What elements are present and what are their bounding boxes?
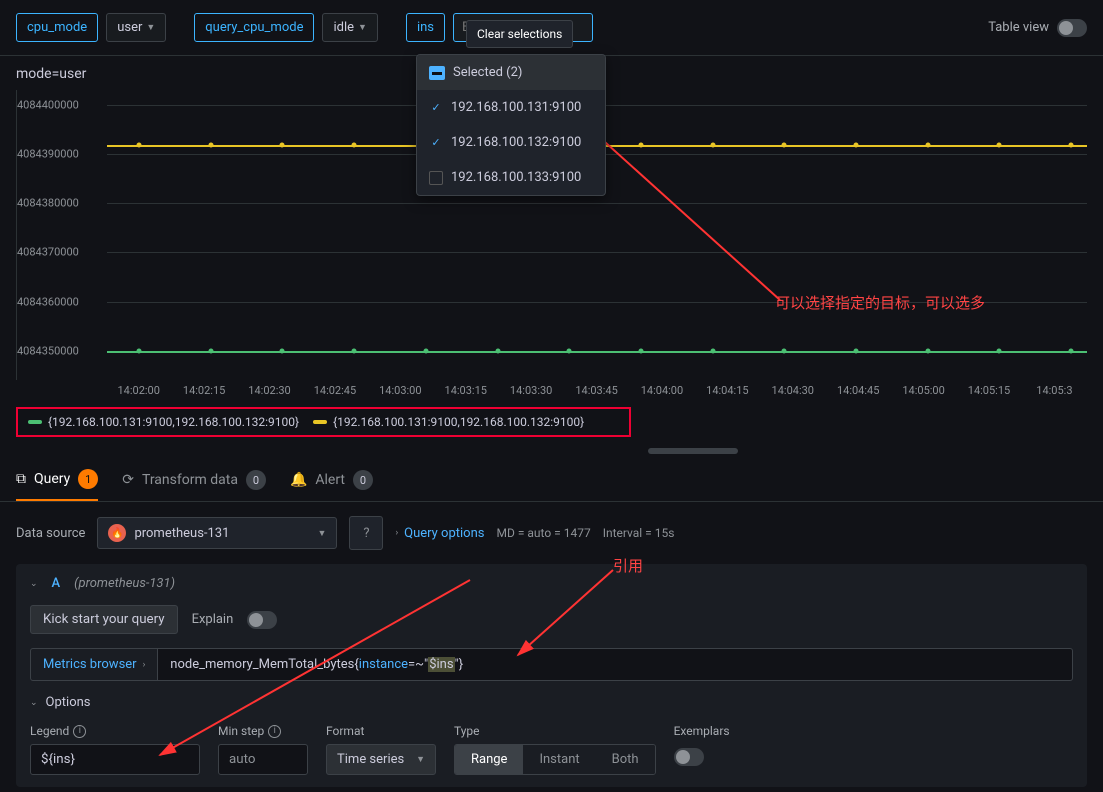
legend-label: Legend <box>30 724 69 738</box>
query-icon: ⧉ <box>16 471 26 487</box>
query-interval: Interval = 15s <box>603 526 675 540</box>
checkbox-empty-icon <box>429 171 443 185</box>
chevron-down-icon: ▼ <box>146 22 155 33</box>
series-green <box>107 351 1087 353</box>
options-toggle[interactable]: ⌄Options <box>30 695 1073 710</box>
tab-query[interactable]: ⧉ Query 1 <box>16 469 98 501</box>
metrics-browser-button[interactable]: Metrics browser› <box>30 648 158 681</box>
legend-item[interactable]: {192.168.100.131:9100,192.168.100.132:91… <box>313 415 584 429</box>
y-tick: 4084350000 <box>17 345 79 358</box>
x-axis: 14:02:0014:02:1514:02:3014:02:4514:03:00… <box>16 384 1087 397</box>
tab-badge: 1 <box>78 469 98 489</box>
type-segmented: Range Instant Both <box>454 744 656 775</box>
tab-alert[interactable]: 🔔 Alert 0 <box>290 469 373 501</box>
info-icon[interactable]: i <box>268 725 281 738</box>
dropdown-item[interactable]: ✓192.168.100.132:9100 <box>417 125 605 160</box>
editor-tabs: ⧉ Query 1 ⟳ Transform data 0 🔔 Alert 0 <box>0 455 1103 502</box>
legend-input[interactable] <box>30 744 200 775</box>
format-label: Format <box>326 724 364 738</box>
type-range-button[interactable]: Range <box>455 745 523 774</box>
y-tick: 4084370000 <box>17 246 79 259</box>
transform-icon: ⟳ <box>122 472 134 488</box>
explain-toggle[interactable] <box>247 611 277 629</box>
explain-label: Explain <box>192 612 234 627</box>
type-both-button[interactable]: Both <box>596 745 655 774</box>
var-query-cpu-mode-value[interactable]: idle▼ <box>322 13 377 42</box>
table-view-label: Table view <box>988 20 1049 35</box>
info-icon[interactable]: i <box>73 725 86 738</box>
chevron-down-icon: ▼ <box>358 22 367 33</box>
y-tick: 4084360000 <box>17 295 79 308</box>
legend-highlight-box: {192.168.100.131:9100,192.168.100.132:91… <box>16 407 631 437</box>
format-select[interactable]: Time series▼ <box>326 744 436 775</box>
legend-item[interactable]: {192.168.100.131:9100,192.168.100.132:91… <box>28 415 299 429</box>
help-icon: ? <box>363 526 369 541</box>
check-icon: ✓ <box>429 101 443 115</box>
tab-transform[interactable]: ⟳ Transform data 0 <box>122 469 266 501</box>
datasource-select[interactable]: 🔥prometheus-131 ▼ <box>97 517 337 549</box>
y-tick: 4084380000 <box>17 197 79 210</box>
chevron-right-icon: › <box>395 528 398 538</box>
query-editor: ⌄ A (prometheus-131) Kick start your que… <box>16 564 1087 787</box>
query-md: MD = auto = 1477 <box>496 526 590 540</box>
datasource-row: Data source 🔥prometheus-131 ▼ ? ›Query o… <box>0 502 1103 564</box>
tab-badge: 0 <box>353 470 373 490</box>
selected-icon: ▬ <box>429 66 445 80</box>
ins-dropdown[interactable]: ▬ Selected (2) ✓192.168.100.131:9100 ✓19… <box>416 54 606 196</box>
prometheus-icon: 🔥 <box>108 524 126 542</box>
tab-badge: 0 <box>246 470 266 490</box>
var-cpu-mode-label: cpu_mode <box>16 13 98 42</box>
var-ins-label: ins <box>406 13 445 42</box>
minstep-label: Min step <box>218 724 264 738</box>
check-icon: ✓ <box>429 136 443 150</box>
tooltip-clear-selections: Clear selections <box>466 20 573 48</box>
alert-icon: 🔔 <box>290 472 307 488</box>
exemplars-toggle[interactable] <box>674 748 704 766</box>
datasource-label: Data source <box>16 526 85 541</box>
query-letter[interactable]: A <box>52 576 61 591</box>
type-label: Type <box>454 724 480 738</box>
var-cpu-mode-value[interactable]: user▼ <box>106 13 166 42</box>
chevron-down-icon: ▼ <box>318 528 327 539</box>
type-instant-button[interactable]: Instant <box>523 745 595 774</box>
y-tick: 4084390000 <box>17 147 79 160</box>
query-options-toggle[interactable]: ›Query options <box>395 526 484 541</box>
var-query-cpu-mode-label: query_cpu_mode <box>194 13 314 42</box>
dropdown-selected-header[interactable]: ▬ Selected (2) <box>417 55 605 90</box>
datasource-help-button[interactable]: ? <box>349 516 383 550</box>
query-src-label: (prometheus-131) <box>74 576 175 591</box>
legend-scrollbar[interactable] <box>648 448 738 454</box>
chevron-down-icon[interactable]: ⌄ <box>30 579 38 589</box>
exemplars-label: Exemplars <box>674 724 730 738</box>
kick-start-button[interactable]: Kick start your query <box>30 605 178 634</box>
chevron-down-icon: ⌄ <box>30 698 38 708</box>
table-view-toggle[interactable] <box>1057 19 1087 37</box>
dropdown-item[interactable]: 192.168.100.133:9100 <box>417 160 605 195</box>
minstep-input[interactable] <box>218 744 308 775</box>
query-expression-input[interactable]: node_memory_MemTotal_bytes{instance=~"$i… <box>158 648 1073 681</box>
dropdown-item[interactable]: ✓192.168.100.131:9100 <box>417 90 605 125</box>
y-tick: 4084400000 <box>17 98 79 111</box>
chevron-right-icon: › <box>143 660 146 670</box>
chevron-down-icon: ▼ <box>416 754 425 765</box>
